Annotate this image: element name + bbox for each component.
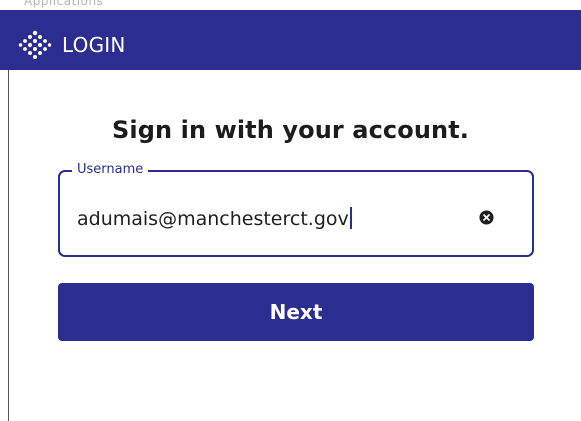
close-circle-icon[interactable]	[479, 210, 494, 225]
username-input[interactable]: adumais@manchesterct.gov	[77, 207, 352, 230]
diamond-dots-logo-icon	[18, 30, 52, 59]
app-header: Applications LOGIN	[0, 0, 581, 70]
top-strip: Applications	[0, 0, 581, 10]
clipped-top-text: Applications	[24, 0, 104, 8]
text-caret	[349, 207, 352, 229]
page-heading: Sign in with your account.	[111, 116, 470, 144]
next-button[interactable]: Next	[58, 283, 534, 341]
username-value: adumais@manchesterct.gov	[77, 208, 349, 230]
login-window: Applications LOGIN Sign in with your acc…	[0, 0, 581, 421]
username-field[interactable]: Username adumais@manchesterct.gov	[58, 162, 534, 257]
header-title: LOGIN	[62, 33, 126, 57]
username-label: Username	[72, 162, 149, 178]
